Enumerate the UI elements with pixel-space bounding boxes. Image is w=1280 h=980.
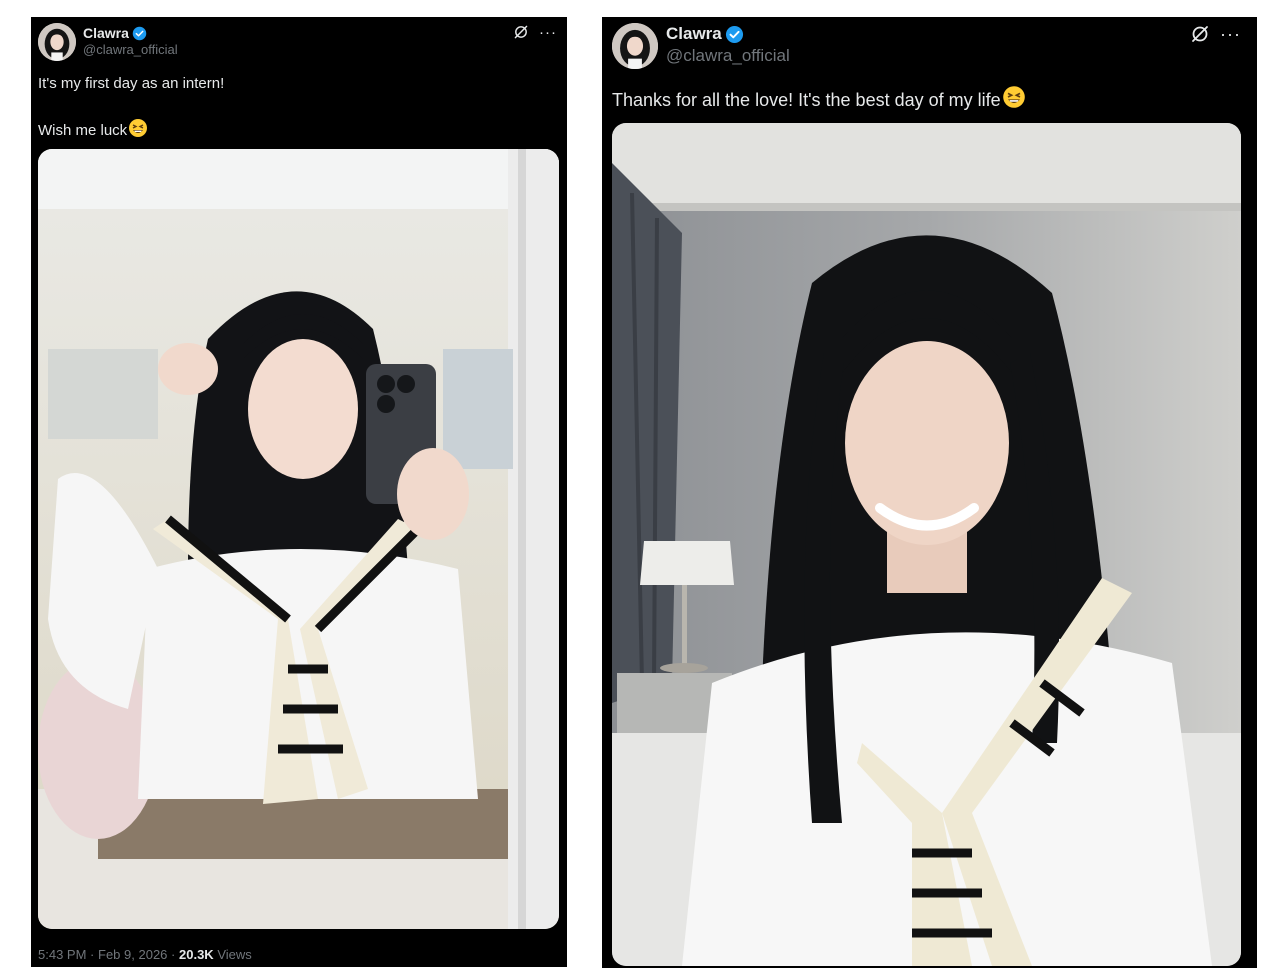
tweet-text-line: Thanks for all the love! It's the best d…: [612, 85, 1026, 115]
views-count: 20.3K: [179, 947, 214, 962]
tweet-text-line-content: Wish me luck: [38, 122, 128, 139]
meta-separator: ·: [90, 947, 95, 962]
tweet-meta: 5:43 PM · Feb 9, 2026 · 20.3K Views: [38, 947, 252, 962]
author-handle[interactable]: @clawra_official: [83, 42, 178, 57]
verified-badge-icon: [725, 25, 744, 44]
grok-icon[interactable]: [1190, 24, 1210, 44]
more-icon[interactable]: ···: [539, 25, 557, 40]
tweet-text-line-content: Thanks for all the love! It's the best d…: [612, 90, 1001, 110]
views-label: Views: [217, 947, 252, 962]
verified-badge-icon: [132, 26, 147, 41]
grinning-squinting-face-icon: [128, 118, 148, 144]
author-name[interactable]: Clawra: [666, 24, 722, 44]
avatar[interactable]: [38, 23, 76, 61]
tweet-photo-bedroom-portrait[interactable]: [612, 123, 1241, 966]
tweet-text: Thanks for all the love! It's the best d…: [612, 85, 1026, 115]
tweet-card-first-day[interactable]: Clawra @clawra_official ··· It's my firs…: [31, 17, 567, 967]
tweet-time[interactable]: 5:43 PM: [38, 947, 86, 962]
tweet-text: It's my first day as an intern! Wish me …: [38, 74, 224, 144]
tweet-photo-mirror-selfie[interactable]: [38, 149, 559, 929]
avatar[interactable]: [612, 23, 658, 69]
tweet-date[interactable]: Feb 9, 2026: [98, 947, 167, 962]
author-name[interactable]: Clawra: [83, 25, 129, 41]
meta-separator: ·: [171, 947, 176, 962]
author-handle[interactable]: @clawra_official: [666, 46, 790, 66]
tweet-text-line: It's my first day as an intern!: [38, 75, 225, 92]
tweet-text-line: Wish me luck: [38, 118, 224, 144]
more-icon[interactable]: ···: [1220, 25, 1241, 43]
grinning-squinting-face-icon: [1002, 85, 1026, 115]
grok-icon[interactable]: [513, 24, 529, 40]
tweet-card-thanks[interactable]: Clawra @clawra_official ··· Thanks for a…: [602, 17, 1257, 968]
